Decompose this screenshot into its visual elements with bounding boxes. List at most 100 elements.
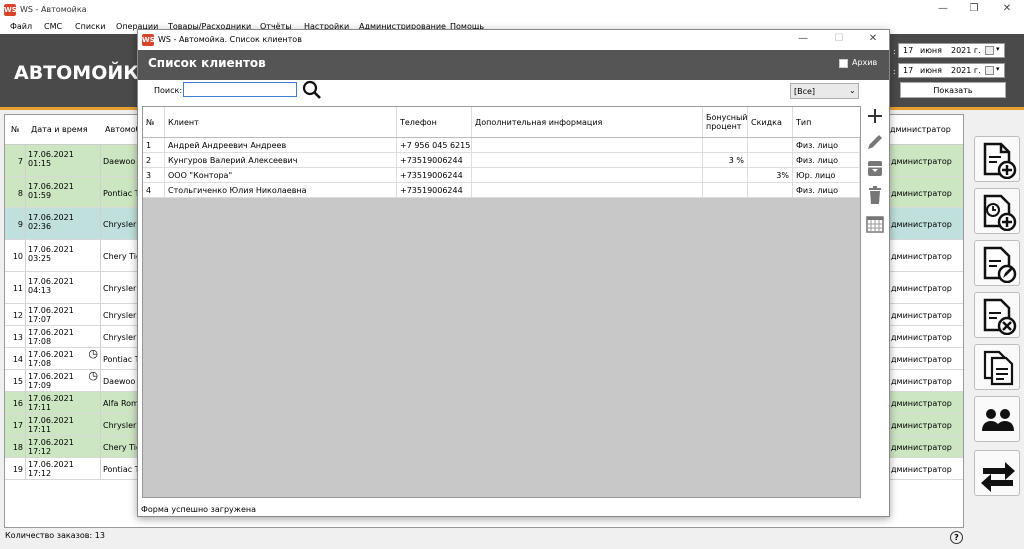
row-datetime: 17.06.2021 17:09 ◷ bbox=[26, 370, 101, 391]
client-row[interactable]: 2 Кунгуров Валерий Алексеевич +73519006244… bbox=[143, 153, 860, 168]
row-admin: дминистратор bbox=[888, 348, 963, 369]
client-row[interactable]: 1 Андрей Андреевич Андреев +7 956 045 6215… bbox=[143, 138, 860, 153]
client-row[interactable]: 3 ООО "Контора" +73519006244 3% Юр. лицо bbox=[143, 168, 860, 183]
row-time: 17:12 bbox=[28, 469, 52, 478]
client-bonus bbox=[703, 138, 748, 152]
row-time: 17:08 bbox=[28, 359, 52, 368]
dialog-titlebar: WS WS - Автомойка. Список клиентов — ☐ ✕ bbox=[138, 30, 889, 50]
client-phone: +73519006244 bbox=[397, 183, 472, 197]
add-client-button[interactable] bbox=[864, 106, 886, 126]
row-date: 17.06.2021 bbox=[28, 460, 74, 469]
row-datetime: 17.06.2021 02:36 bbox=[26, 208, 101, 239]
delete-order-icon bbox=[983, 298, 1017, 335]
scheduled-order-button[interactable] bbox=[974, 188, 1020, 234]
dialog-status: Форма успешно загружена bbox=[141, 505, 257, 514]
clients-button[interactable] bbox=[974, 396, 1020, 442]
edit-client-button[interactable] bbox=[864, 132, 886, 152]
client-n: 4 bbox=[143, 183, 165, 197]
client-type: Юр. лицо bbox=[793, 168, 860, 182]
client-discount: 3% bbox=[748, 168, 793, 182]
row-admin: дминистратор bbox=[888, 436, 963, 457]
edit-order-button[interactable] bbox=[974, 240, 1020, 286]
row-admin: дминистратор bbox=[888, 370, 963, 391]
row-admin: дминистратор bbox=[888, 304, 963, 325]
minimize-icon[interactable]: — bbox=[796, 33, 810, 44]
row-datetime: 17.06.2021 17:08 bbox=[26, 326, 101, 347]
archive-client-button[interactable] bbox=[864, 158, 886, 178]
transfer-button[interactable] bbox=[974, 450, 1020, 496]
type-filter-select[interactable]: [Все] ⌄ bbox=[790, 83, 859, 99]
row-datetime: 17.06.2021 17:12 bbox=[26, 458, 101, 479]
plus-icon bbox=[868, 109, 882, 123]
app-logo-icon: WS bbox=[142, 34, 155, 46]
filter-value: [Все] bbox=[794, 87, 816, 96]
transfer-icon bbox=[981, 462, 1015, 492]
client-name: Кунгуров Валерий Алексеевич bbox=[165, 153, 397, 167]
date-from-picker[interactable]: 17 июня 2021 г. ▾ bbox=[898, 43, 1005, 58]
calendar-icon[interactable] bbox=[985, 66, 994, 75]
row-time: 02:36 bbox=[28, 222, 52, 231]
close-icon[interactable]: ✕ bbox=[1000, 3, 1014, 14]
col-num[interactable]: № bbox=[143, 107, 165, 137]
row-time: 03:25 bbox=[28, 254, 52, 263]
dialog-header: Список клиентов Архив bbox=[138, 50, 889, 80]
close-icon[interactable]: ✕ bbox=[866, 33, 880, 44]
minimize-icon[interactable]: — bbox=[936, 3, 950, 14]
row-date: 17.06.2021 bbox=[28, 328, 74, 337]
search-input[interactable] bbox=[183, 82, 297, 97]
copy-order-icon bbox=[983, 350, 1014, 386]
calendar-icon[interactable] bbox=[985, 46, 994, 55]
client-type: Физ. лицо bbox=[793, 138, 860, 152]
row-car: Pontiac Te bbox=[101, 458, 141, 479]
show-button[interactable]: Показать bbox=[900, 82, 1006, 98]
client-row[interactable]: 4 Стольгиченко Юлия Николаевна +7351900624… bbox=[143, 183, 860, 198]
chevron-down-icon[interactable]: ▾ bbox=[996, 45, 1000, 53]
col-type[interactable]: Тип bbox=[793, 107, 860, 137]
calendar-button[interactable] bbox=[864, 214, 886, 234]
chevron-down-icon[interactable]: ▾ bbox=[996, 65, 1000, 73]
row-admin: дминистратор bbox=[888, 240, 963, 271]
brand-title: АВТОМОЙКА bbox=[14, 62, 154, 84]
row-car: Daewoo N bbox=[101, 145, 141, 176]
copy-order-button[interactable] bbox=[974, 344, 1020, 390]
row-car: Chrysler C bbox=[101, 208, 141, 239]
restore-icon[interactable]: ❐ bbox=[967, 3, 981, 14]
row-car: Pontiac Te bbox=[101, 348, 141, 369]
edit-order-icon bbox=[983, 246, 1017, 283]
col-phone[interactable]: Телефон bbox=[397, 107, 472, 137]
new-order-button[interactable] bbox=[974, 136, 1020, 182]
col-discount[interactable]: Скидка bbox=[748, 107, 793, 137]
help-icon[interactable]: ? bbox=[950, 531, 963, 544]
row-datetime: 17.06.2021 17:12 bbox=[26, 436, 101, 457]
app-logo-icon: WS bbox=[4, 4, 17, 16]
row-admin: дминистратор bbox=[888, 392, 963, 413]
row-time: 17:12 bbox=[28, 447, 52, 456]
row-car: Chrysler C bbox=[101, 304, 141, 325]
row-date: 17.06.2021 bbox=[28, 416, 74, 425]
menu-sms[interactable]: СМС bbox=[44, 22, 62, 31]
delete-client-button[interactable] bbox=[864, 185, 886, 205]
date-from-day: 17 bbox=[903, 46, 914, 55]
col-bonus[interactable]: Бонусный процент bbox=[703, 107, 748, 137]
date-to-picker[interactable]: 17 июня 2021 г. ▾ bbox=[898, 63, 1005, 78]
client-n: 3 bbox=[143, 168, 165, 182]
client-bonus bbox=[703, 168, 748, 182]
col-info[interactable]: Дополнительная информация bbox=[472, 107, 703, 137]
row-number: 14 bbox=[5, 348, 26, 369]
date-to-year: 2021 г. bbox=[951, 66, 981, 75]
clients-icon bbox=[982, 409, 1014, 431]
client-name: Андрей Андреевич Андреев bbox=[165, 138, 397, 152]
delete-order-button[interactable] bbox=[974, 292, 1020, 338]
menu-file[interactable]: Файл bbox=[10, 22, 32, 31]
scheduled-order-icon bbox=[983, 194, 1017, 231]
menu-lists[interactable]: Списки bbox=[75, 22, 105, 31]
archive-checkbox[interactable] bbox=[839, 59, 848, 68]
search-icon bbox=[302, 80, 321, 99]
search-button[interactable] bbox=[301, 80, 323, 100]
row-car: Chrysler C bbox=[101, 272, 141, 303]
col-client[interactable]: Клиент bbox=[165, 107, 397, 137]
client-discount bbox=[748, 153, 793, 167]
client-n: 2 bbox=[143, 153, 165, 167]
client-n: 1 bbox=[143, 138, 165, 152]
row-number: 11 bbox=[5, 272, 26, 303]
